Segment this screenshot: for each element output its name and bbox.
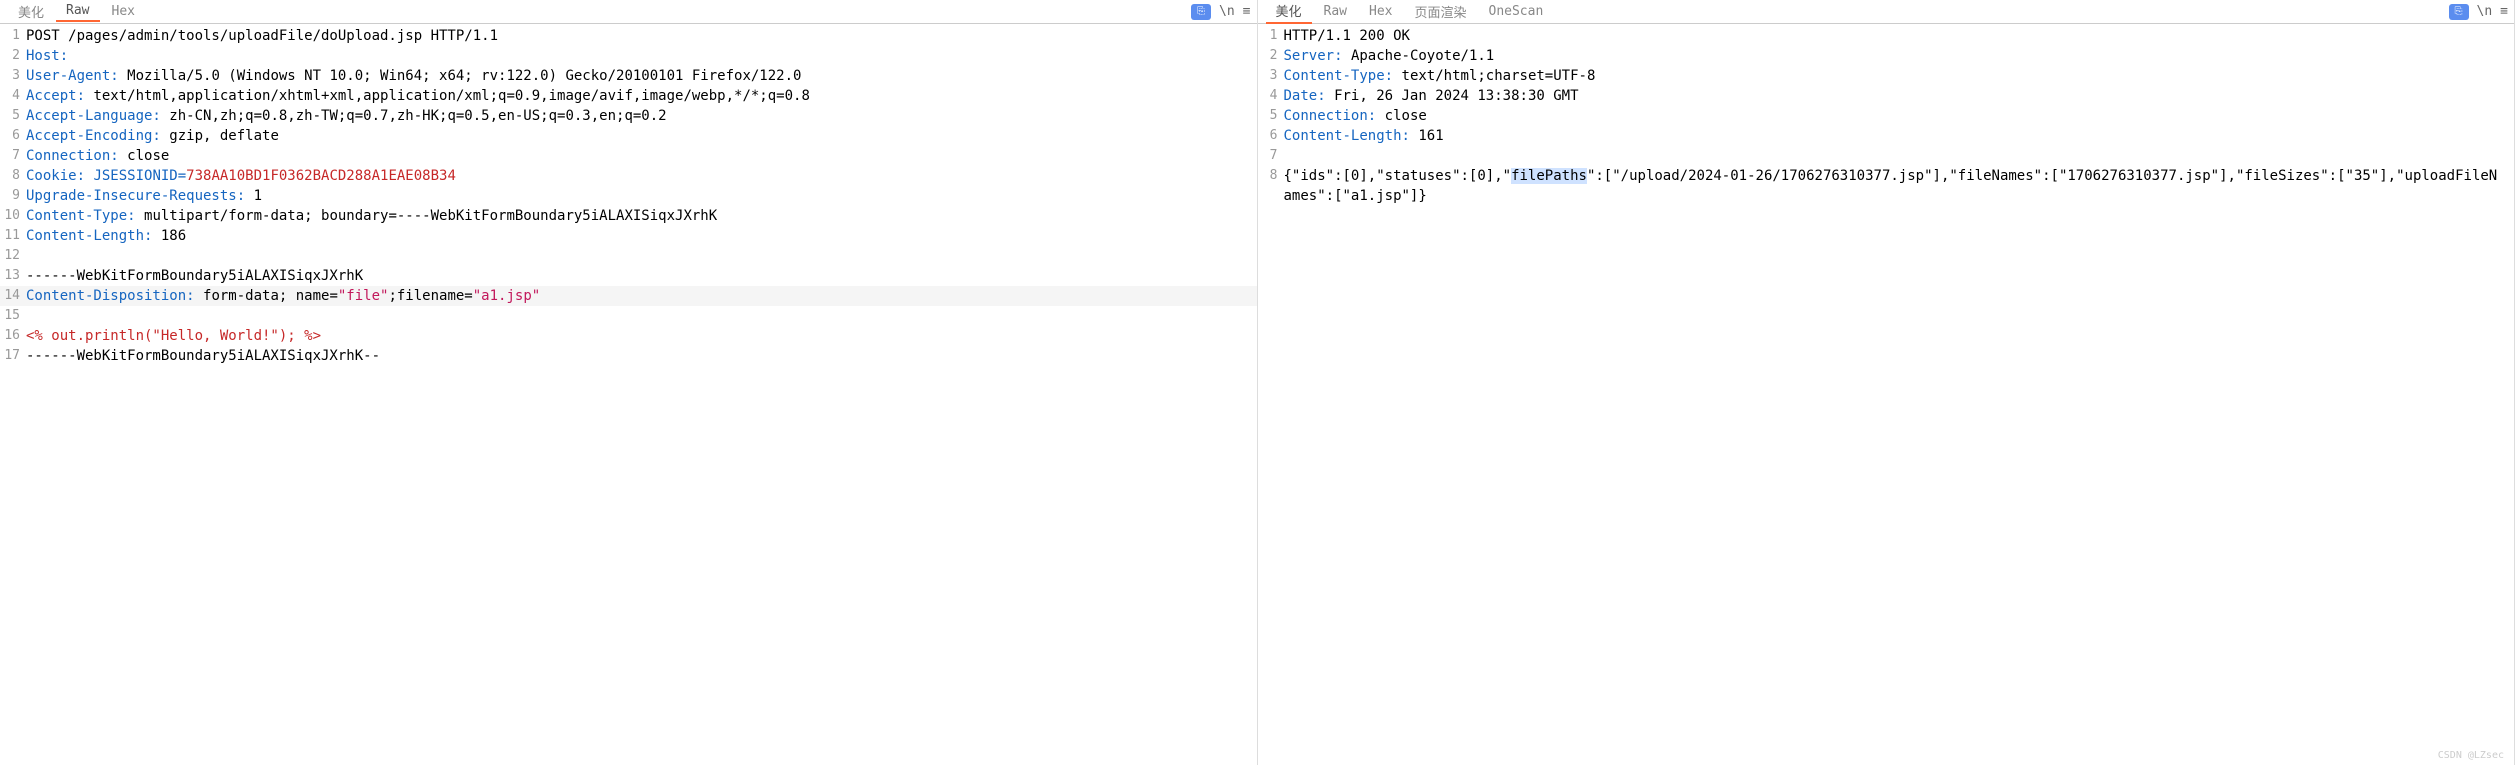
- copy-button[interactable]: ⎘: [2449, 4, 2469, 20]
- request-panel: 美化RawHex ⎘ \n ≡ 1POST /pages/admin/tools…: [0, 0, 1258, 765]
- code-line[interactable]: 1HTTP/1.1 200 OK: [1258, 26, 2515, 46]
- code-line[interactable]: 15: [0, 306, 1257, 326]
- line-number: 7: [1258, 146, 1284, 166]
- line-content: Accept: text/html,application/xhtml+xml,…: [26, 86, 1257, 106]
- request-code-area[interactable]: 1POST /pages/admin/tools/uploadFile/doUp…: [0, 24, 1257, 765]
- newline-toggle[interactable]: \n: [1219, 4, 1235, 19]
- copy-button[interactable]: ⎘: [1191, 4, 1211, 20]
- line-number: 11: [0, 226, 26, 246]
- code-line[interactable]: 7Connection: close: [0, 146, 1257, 166]
- code-line[interactable]: 2Host:: [0, 46, 1257, 66]
- line-content: Date: Fri, 26 Jan 2024 13:38:30 GMT: [1284, 86, 2515, 106]
- code-line[interactable]: 8Cookie: JSESSIONID=738AA10BD1F0362BACD2…: [0, 166, 1257, 186]
- tab-美化[interactable]: 美化: [8, 0, 54, 23]
- request-tab-actions: ⎘ \n ≡: [1191, 4, 1250, 20]
- response-code-area[interactable]: 1HTTP/1.1 200 OK2Server: Apache-Coyote/1…: [1258, 24, 2515, 765]
- line-number: 4: [0, 86, 26, 106]
- code-line[interactable]: 13------WebKitFormBoundary5iALAXISiqxJXr…: [0, 266, 1257, 286]
- line-content: Content-Type: multipart/form-data; bound…: [26, 206, 1257, 226]
- code-line[interactable]: 5Accept-Language: zh-CN,zh;q=0.8,zh-TW;q…: [0, 106, 1257, 126]
- response-panel: 美化RawHex页面渲染OneScan ⎘ \n ≡ 1HTTP/1.1 200…: [1258, 0, 2515, 765]
- line-number: 2: [1258, 46, 1284, 66]
- line-number: 14: [0, 286, 26, 306]
- line-number: 3: [1258, 66, 1284, 86]
- line-number: 3: [0, 66, 26, 86]
- code-line[interactable]: 7: [1258, 146, 2515, 166]
- line-number: 6: [1258, 126, 1284, 146]
- line-content: {"ids":[0],"statuses":[0],"filePaths":["…: [1284, 166, 2515, 206]
- line-number: 15: [0, 306, 26, 326]
- line-content: <% out.println("Hello, World!"); %>: [26, 326, 1257, 346]
- code-line[interactable]: 3User-Agent: Mozilla/5.0 (Windows NT 10.…: [0, 66, 1257, 86]
- tab-hex[interactable]: Hex: [102, 2, 145, 21]
- line-content: Content-Type: text/html;charset=UTF-8: [1284, 66, 2515, 86]
- line-number: 10: [0, 206, 26, 226]
- line-number: 17: [0, 346, 26, 366]
- tab-raw[interactable]: Raw: [1314, 2, 1357, 21]
- code-line[interactable]: 4Date: Fri, 26 Jan 2024 13:38:30 GMT: [1258, 86, 2515, 106]
- line-number: 8: [1258, 166, 1284, 186]
- line-content: HTTP/1.1 200 OK: [1284, 26, 2515, 46]
- tab-onescan[interactable]: OneScan: [1479, 2, 1554, 21]
- newline-toggle[interactable]: \n: [2477, 4, 2493, 19]
- tab-美化[interactable]: 美化: [1266, 0, 1312, 24]
- line-number: 7: [0, 146, 26, 166]
- line-content: Host:: [26, 46, 1257, 66]
- line-number: 6: [0, 126, 26, 146]
- request-tabs: 美化RawHex ⎘ \n ≡: [0, 0, 1257, 24]
- code-line[interactable]: 8{"ids":[0],"statuses":[0],"filePaths":[…: [1258, 166, 2515, 206]
- line-content: Accept-Language: zh-CN,zh;q=0.8,zh-TW;q=…: [26, 106, 1257, 126]
- response-tabs: 美化RawHex页面渲染OneScan ⎘ \n ≡: [1258, 0, 2515, 24]
- code-line[interactable]: 4Accept: text/html,application/xhtml+xml…: [0, 86, 1257, 106]
- watermark: CSDN @LZsec: [2438, 750, 2504, 761]
- line-content: POST /pages/admin/tools/uploadFile/doUpl…: [26, 26, 1257, 46]
- line-content: Accept-Encoding: gzip, deflate: [26, 126, 1257, 146]
- menu-toggle[interactable]: ≡: [2500, 4, 2508, 19]
- line-content: ------WebKitFormBoundary5iALAXISiqxJXrhK…: [26, 346, 1257, 366]
- line-number: 5: [0, 106, 26, 126]
- line-number: 13: [0, 266, 26, 286]
- line-number: 5: [1258, 106, 1284, 126]
- line-number: 4: [1258, 86, 1284, 106]
- response-tab-actions: ⎘ \n ≡: [2449, 4, 2508, 20]
- code-line[interactable]: 17------WebKitFormBoundary5iALAXISiqxJXr…: [0, 346, 1257, 366]
- line-content: Content-Length: 186: [26, 226, 1257, 246]
- line-content: Connection: close: [1284, 106, 2515, 126]
- line-number: 2: [0, 46, 26, 66]
- code-line[interactable]: 9Upgrade-Insecure-Requests: 1: [0, 186, 1257, 206]
- code-line[interactable]: 6Content-Length: 161: [1258, 126, 2515, 146]
- code-line[interactable]: 16<% out.println("Hello, World!"); %>: [0, 326, 1257, 346]
- line-number: 12: [0, 246, 26, 266]
- line-number: 16: [0, 326, 26, 346]
- tab-raw[interactable]: Raw: [56, 1, 99, 22]
- code-line[interactable]: 11Content-Length: 186: [0, 226, 1257, 246]
- code-line[interactable]: 2Server: Apache-Coyote/1.1: [1258, 46, 2515, 66]
- code-line[interactable]: 6Accept-Encoding: gzip, deflate: [0, 126, 1257, 146]
- line-content: ------WebKitFormBoundary5iALAXISiqxJXrhK: [26, 266, 1257, 286]
- code-line[interactable]: 3Content-Type: text/html;charset=UTF-8: [1258, 66, 2515, 86]
- line-number: 9: [0, 186, 26, 206]
- line-number: 1: [0, 26, 26, 46]
- line-content: Server: Apache-Coyote/1.1: [1284, 46, 2515, 66]
- code-line[interactable]: 5Connection: close: [1258, 106, 2515, 126]
- line-content: Cookie: JSESSIONID=738AA10BD1F0362BACD28…: [26, 166, 1257, 186]
- tab-hex[interactable]: Hex: [1359, 2, 1402, 21]
- line-number: 1: [1258, 26, 1284, 46]
- code-line[interactable]: 12: [0, 246, 1257, 266]
- menu-toggle[interactable]: ≡: [1243, 4, 1251, 19]
- line-content: User-Agent: Mozilla/5.0 (Windows NT 10.0…: [26, 66, 1257, 86]
- line-number: 8: [0, 166, 26, 186]
- code-line[interactable]: 14Content-Disposition: form-data; name="…: [0, 286, 1257, 306]
- line-content: Content-Length: 161: [1284, 126, 2515, 146]
- tab-页面渲染[interactable]: 页面渲染: [1404, 0, 1476, 23]
- code-line[interactable]: 1POST /pages/admin/tools/uploadFile/doUp…: [0, 26, 1257, 46]
- line-content: Connection: close: [26, 146, 1257, 166]
- line-content: Upgrade-Insecure-Requests: 1: [26, 186, 1257, 206]
- line-content: Content-Disposition: form-data; name="fi…: [26, 286, 1257, 306]
- code-line[interactable]: 10Content-Type: multipart/form-data; bou…: [0, 206, 1257, 226]
